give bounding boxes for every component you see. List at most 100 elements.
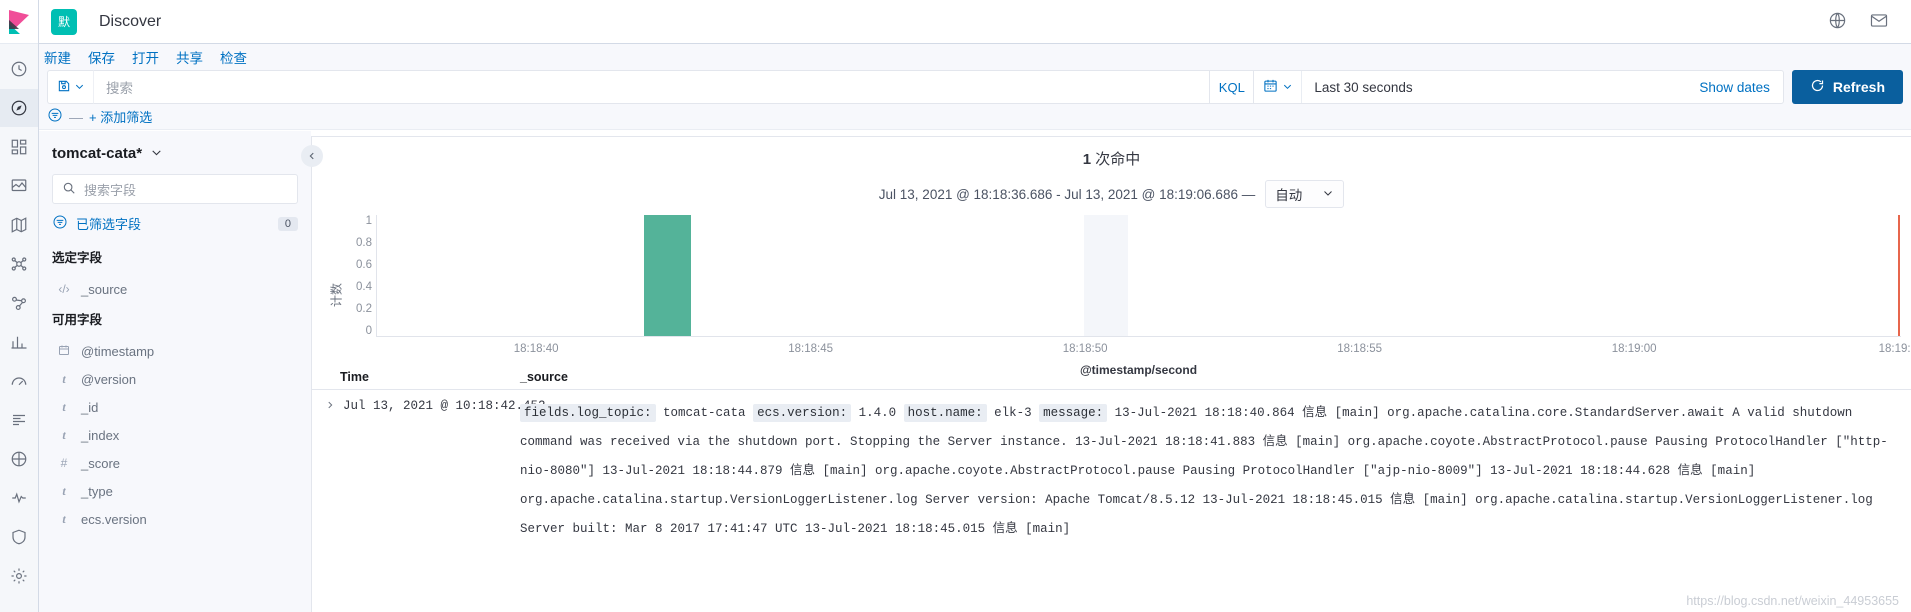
search-icon [62, 181, 76, 198]
hit-count-row: 1 次命中 [312, 137, 1911, 169]
field-name: _source [81, 281, 128, 297]
field-item-id[interactable]: t _id [52, 393, 298, 421]
chart-subtitle: Jul 13, 2021 @ 18:18:36.686 - Jul 13, 20… [312, 180, 1911, 208]
x-tick: 18:18:40 [513, 343, 559, 355]
filtered-fields-button[interactable]: 已筛选字段 0 [52, 214, 298, 233]
nav-save[interactable]: 保存 [88, 47, 115, 67]
cell-source: fields.log_topic: tomcat-cata ecs.versio… [520, 399, 1911, 544]
saved-query-button[interactable] [47, 70, 93, 104]
calendar-button[interactable] [1254, 71, 1303, 103]
y-tick: 0.8 [356, 237, 372, 249]
selected-fields-title: 选定字段 [52, 251, 103, 265]
table-row[interactable]: Jul 13, 2021 @ 10:18:42.452 fields.log_t… [312, 390, 1911, 544]
field-name: ecs.version [81, 511, 147, 527]
string-type-icon: t [62, 399, 66, 414]
metrics-icon[interactable] [0, 362, 38, 400]
map-icon[interactable] [0, 206, 38, 244]
kibana-logo-icon[interactable] [0, 0, 38, 44]
app-header: 默 Discover [39, 0, 1911, 44]
expand-row-button[interactable] [312, 399, 340, 544]
clock-icon[interactable] [0, 50, 38, 88]
siem-icon[interactable] [0, 518, 38, 556]
space-badge[interactable]: 默 [51, 8, 77, 35]
source-type-icon: ‹/› [58, 282, 70, 296]
field-item-timestamp[interactable]: @timestamp [52, 337, 298, 365]
nav-share[interactable]: 共享 [176, 47, 203, 67]
source-field-value: elk-3 [986, 406, 1040, 420]
field-item-version[interactable]: t @version [52, 365, 298, 393]
query-language-button[interactable]: KQL [1210, 70, 1255, 104]
string-type-icon: t [62, 427, 66, 442]
field-item-index[interactable]: t _index [52, 421, 298, 449]
available-fields-title: 可用字段 [52, 313, 103, 327]
time-range-value[interactable]: Last 30 seconds [1302, 71, 1686, 103]
y-tick: 1 [365, 215, 372, 227]
field-item-source[interactable]: ‹/› _source [52, 275, 298, 303]
canvas-icon[interactable] [0, 167, 38, 205]
globe-icon[interactable] [1828, 11, 1847, 33]
x-tick: 18:18:50 [1062, 343, 1108, 355]
field-item-ecs-version[interactable]: t ecs.version [52, 505, 298, 533]
chart-hover-band[interactable] [1084, 215, 1129, 336]
sidebar-collapse-button[interactable] [301, 145, 323, 167]
field-item-type[interactable]: t _type [52, 477, 298, 505]
dashboard-icon[interactable] [0, 128, 38, 166]
logs-icon[interactable] [0, 401, 38, 439]
column-header-time[interactable]: Time [340, 370, 520, 384]
nav-new[interactable]: 新建 [44, 47, 71, 67]
graph-icon[interactable] [0, 284, 38, 322]
source-field-key: fields.log_topic: [520, 404, 656, 422]
chevron-down-icon [74, 79, 85, 95]
field-name: _score [81, 455, 121, 471]
field-sidebar: tomcat-cata* 搜索字段 已筛选字段 0 选定字段 ‹/› _sour… [39, 131, 311, 612]
calendar-icon [1263, 78, 1278, 96]
ml-icon[interactable] [0, 245, 38, 283]
nav-inspect[interactable]: 检查 [220, 47, 247, 67]
watermark-text: https://blog.csdn.net/weixin_44953655 [1686, 594, 1899, 608]
nav-open[interactable]: 打开 [132, 47, 159, 67]
interval-selector[interactable]: 自动 [1265, 180, 1345, 208]
x-tick: 18:18:45 [788, 343, 834, 355]
mail-icon[interactable] [1869, 11, 1889, 33]
chart-bar[interactable] [643, 215, 691, 336]
save-disk-icon [57, 79, 71, 96]
interval-label: 自动 [1275, 188, 1303, 203]
index-pattern-selector[interactable]: tomcat-cata* [52, 145, 298, 162]
source-field-key: host.name: [903, 404, 987, 422]
y-tick: 0.6 [356, 259, 372, 271]
visualize-icon[interactable] [0, 323, 38, 361]
field-search-input[interactable]: 搜索字段 [52, 174, 298, 204]
search-placeholder: 搜索 [106, 81, 133, 96]
discover-topnav: 新建 保存 打开 共享 检查 [39, 44, 1911, 70]
field-name: _index [81, 427, 120, 443]
index-pattern-name: tomcat-cata* [52, 145, 143, 162]
string-type-icon: t [62, 483, 66, 498]
search-input[interactable]: 搜索 [93, 70, 1211, 104]
add-filter-button[interactable]: + 添加筛选 [89, 107, 152, 126]
histogram-chart[interactable]: 计数 1 0.8 0.6 0.4 0.2 0 18:18:40 18:18:45 1… [312, 215, 1911, 377]
filter-bar: — + 添加筛选 [39, 104, 1911, 130]
table-header-row: Time _source [312, 363, 1911, 390]
compass-icon[interactable] [0, 89, 38, 127]
show-dates-button[interactable]: Show dates [1686, 71, 1783, 103]
gear-icon[interactable] [0, 557, 38, 595]
uptime-icon[interactable] [0, 479, 38, 517]
query-bar: 搜索 KQL Last 30 seconds Show dates Refres… [39, 70, 1911, 104]
field-name: @version [81, 371, 137, 387]
filter-separator: — [69, 108, 83, 125]
filter-icon[interactable] [47, 107, 63, 126]
x-tick: 18:19:00 [1611, 343, 1657, 355]
rail-icon-list [0, 44, 38, 595]
column-header-source[interactable]: _source [520, 370, 568, 384]
field-name: _type [81, 483, 113, 499]
x-tick: 18:19:05 [1878, 343, 1911, 355]
y-tick: 0.2 [356, 303, 372, 315]
documents-table: Time _source Jul 13, 2021 @ 10:18:42.452… [312, 363, 1911, 612]
date-type-icon [58, 344, 70, 359]
refresh-button[interactable]: Refresh [1791, 70, 1903, 104]
apm-icon[interactable] [0, 440, 38, 478]
field-search-placeholder: 搜索字段 [84, 182, 137, 198]
y-tick: 0 [365, 325, 372, 337]
chart-plot-area[interactable] [376, 215, 1901, 337]
field-item-score[interactable]: # _score [52, 449, 298, 477]
